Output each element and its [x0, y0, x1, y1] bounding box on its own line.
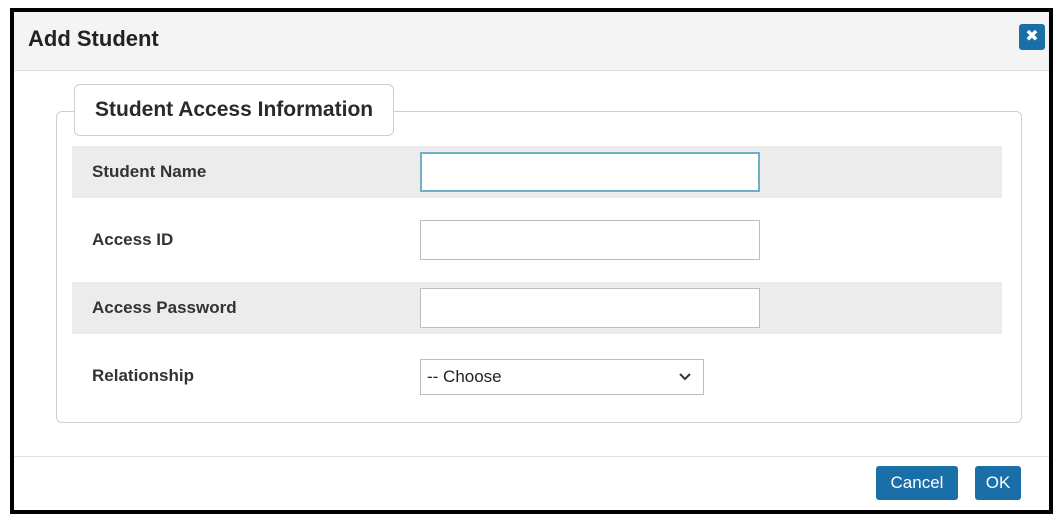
dialog-title: Add Student	[28, 26, 159, 51]
row-access-id: Access ID	[72, 214, 1002, 266]
student-name-label: Student Name	[92, 162, 207, 181]
access-id-input[interactable]	[420, 220, 760, 260]
section-legend: Student Access Information	[74, 84, 395, 136]
row-access-password: Access Password	[72, 282, 1002, 334]
relationship-selected-value: -- Choose	[427, 367, 502, 386]
cancel-button[interactable]: Cancel	[876, 466, 958, 500]
close-button[interactable]: ✖	[1019, 24, 1045, 50]
access-password-label: Access Password	[92, 298, 237, 317]
row-student-name: Student Name	[72, 146, 1002, 198]
access-password-input[interactable]	[420, 288, 760, 328]
student-name-input[interactable]	[420, 152, 760, 192]
access-id-label: Access ID	[92, 230, 174, 249]
footer-divider	[14, 456, 1049, 457]
dialog-titlebar: Add Student ✖	[14, 12, 1049, 71]
row-relationship: Relationship -- Choose	[72, 350, 1002, 402]
add-student-dialog: Add Student ✖ Student Access Information…	[10, 8, 1053, 514]
close-icon: ✖	[1025, 28, 1039, 45]
ok-button[interactable]: OK	[975, 466, 1021, 500]
relationship-select[interactable]: -- Choose	[420, 359, 704, 395]
chevron-down-icon	[677, 360, 693, 394]
relationship-label: Relationship	[92, 366, 195, 385]
